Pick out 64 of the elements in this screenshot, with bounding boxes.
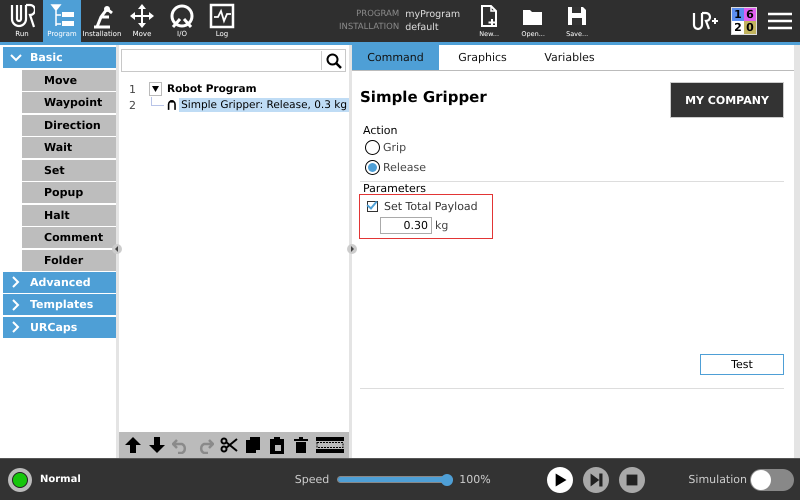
panel-tab[interactable]: Graphics: [439, 45, 526, 70]
command-item[interactable]: Waypoint: [22, 92, 116, 113]
program-tree-icon: [49, 3, 75, 29]
search-field[interactable]: [121, 49, 346, 72]
section-label: Parameters: [363, 182, 427, 195]
test-button[interactable]: Test: [700, 354, 784, 375]
clipboard-icon[interactable]: [268, 436, 286, 454]
gauge-icon: [169, 3, 195, 29]
tree-node[interactable]: Simple Gripper: Release, 0.3 kg: [179, 98, 349, 112]
command-item[interactable]: Halt: [22, 204, 116, 226]
command-item[interactable]: Set: [22, 160, 116, 180]
unit-label: kg: [435, 219, 448, 232]
suppress-icon[interactable]: [316, 436, 344, 454]
speed-slider[interactable]: [337, 474, 454, 486]
search-icon[interactable]: [326, 52, 342, 68]
command-item[interactable]: Comment: [22, 227, 116, 248]
collapse-handle-icon[interactable]: [112, 244, 122, 254]
info-value: myProgram: [405, 9, 460, 20]
arrow-down-icon[interactable]: [148, 436, 166, 454]
trash-icon[interactable]: [292, 436, 310, 454]
collapse-toggle[interactable]: [149, 82, 162, 96]
counter-tile: 6: [744, 8, 756, 21]
simulation-label: Simulation: [688, 473, 747, 486]
tree-node[interactable]: Robot Program: [165, 82, 259, 96]
simulation-toggle[interactable]: [750, 468, 794, 490]
slider-thumb[interactable]: [441, 474, 454, 486]
section-label: Action: [363, 124, 398, 137]
logo-icon: [9, 3, 35, 29]
menu-icon[interactable]: [768, 11, 792, 31]
status-label: Normal: [40, 474, 81, 485]
panel-title: Simple Gripper: [360, 88, 487, 106]
play-icon[interactable]: [546, 466, 573, 492]
info-value: default: [405, 22, 440, 33]
panel-tab[interactable]: Command: [352, 45, 439, 70]
counter-tile: 0: [744, 21, 756, 34]
radio-button[interactable]: [365, 140, 380, 154]
line-number: 1: [129, 82, 137, 96]
company-logo: MY COMPANY: [670, 82, 784, 118]
radio-button[interactable]: [365, 160, 380, 174]
info-label: INSTALLATION: [339, 22, 400, 33]
copy-icon[interactable]: [244, 436, 262, 454]
command-item[interactable]: Popup: [22, 182, 116, 203]
logo-plus-icon[interactable]: [692, 11, 720, 31]
command-item[interactable]: Move: [22, 70, 116, 90]
option-label: Grip: [383, 140, 406, 154]
command-item[interactable]: Direction: [22, 114, 116, 136]
command-item[interactable]: Wait: [22, 137, 116, 158]
gripper-icon: [166, 98, 176, 112]
checkbox[interactable]: [367, 201, 378, 212]
panel-tab[interactable]: Variables: [526, 45, 613, 70]
option-label: Release: [383, 160, 426, 174]
counter-tile: 2: [732, 21, 744, 34]
arrow-up-icon[interactable]: [124, 436, 142, 454]
chart-icon: [209, 3, 235, 29]
speed-reading: 100%: [459, 473, 491, 486]
payload-field[interactable]: 0.30: [380, 217, 432, 234]
speed-label: Speed: [294, 473, 330, 486]
command-item[interactable]: Folder: [22, 250, 116, 270]
move-arrows-icon: [129, 3, 155, 29]
scissors-icon[interactable]: [220, 436, 238, 454]
line-number: 2: [129, 98, 137, 112]
info-label: PROGRAM: [355, 9, 400, 20]
counter-tile: 1: [732, 8, 744, 21]
checkbox-label: Set Total Payload: [384, 200, 478, 213]
